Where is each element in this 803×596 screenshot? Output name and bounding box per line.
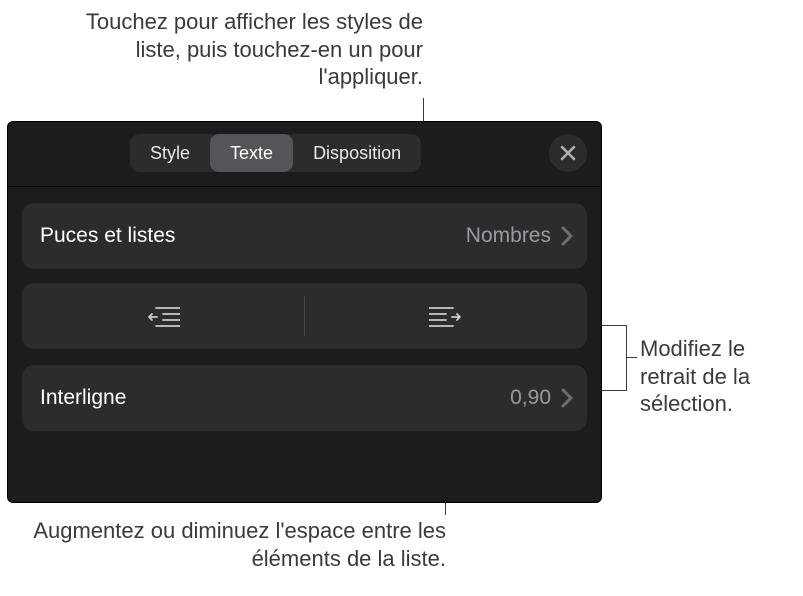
tab-texte[interactable]: Texte bbox=[210, 134, 293, 172]
panel-header: Style Texte Disposition bbox=[8, 122, 601, 180]
line-spacing-label: Interligne bbox=[40, 386, 510, 410]
leader-right-v bbox=[626, 325, 627, 391]
close-button[interactable] bbox=[549, 134, 587, 172]
callout-bottom: Augmentez ou diminuez l'espace entre les… bbox=[18, 517, 446, 572]
line-spacing-value: 0,90 bbox=[510, 386, 551, 410]
leader-right-h1 bbox=[601, 325, 626, 326]
tab-disposition[interactable]: Disposition bbox=[293, 134, 421, 172]
bullets-lists-row[interactable]: Puces et listes Nombres bbox=[22, 203, 587, 269]
chevron-right-icon bbox=[561, 226, 573, 246]
indent-increase-icon bbox=[429, 304, 463, 328]
leader-right-stem bbox=[627, 357, 637, 358]
segmented-tabs: Style Texte Disposition bbox=[130, 134, 421, 172]
bullets-lists-value: Nombres bbox=[466, 224, 551, 248]
close-icon bbox=[559, 144, 577, 162]
callout-top: Touchez pour afficher les styles de list… bbox=[83, 8, 423, 91]
header-divider bbox=[8, 186, 601, 187]
indent-row bbox=[22, 283, 587, 349]
bullets-lists-label: Puces et listes bbox=[40, 224, 466, 248]
indent-increase-button[interactable] bbox=[305, 283, 587, 349]
indent-decrease-button[interactable] bbox=[22, 283, 304, 349]
indent-decrease-icon bbox=[146, 304, 180, 328]
leader-right-h2 bbox=[601, 390, 626, 391]
tab-style[interactable]: Style bbox=[130, 134, 210, 172]
line-spacing-row[interactable]: Interligne 0,90 bbox=[22, 365, 587, 431]
callout-right: Modifiez le retrait de la sélection. bbox=[640, 335, 800, 418]
format-panel: Style Texte Disposition Puces et listes … bbox=[8, 122, 601, 502]
chevron-right-icon bbox=[561, 388, 573, 408]
